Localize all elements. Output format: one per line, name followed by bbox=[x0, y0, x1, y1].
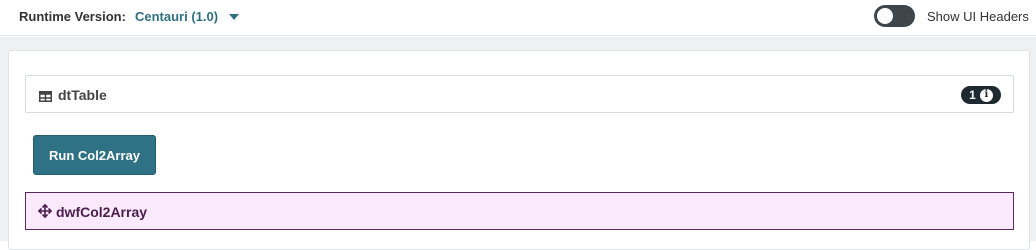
dt-table-card[interactable]: dtTable 1 i bbox=[25, 75, 1014, 113]
canvas: dtTable 1 i Run Col2Array dwfCol2Array bbox=[0, 37, 1036, 250]
info-icon[interactable]: i bbox=[979, 88, 993, 102]
show-ui-headers-label: Show UI Headers bbox=[927, 9, 1029, 24]
top-bar: Runtime Version: Centauri (1.0) Show UI … bbox=[0, 0, 1036, 36]
dwf-col2array-card[interactable]: dwfCol2Array bbox=[25, 192, 1014, 230]
table-icon bbox=[39, 89, 52, 107]
move-icon[interactable] bbox=[38, 204, 52, 223]
app-panel: dtTable 1 i Run Col2Array dwfCol2Array bbox=[8, 50, 1030, 250]
run-col2array-button[interactable]: Run Col2Array bbox=[33, 135, 156, 175]
chevron-down-icon[interactable] bbox=[229, 14, 239, 20]
dt-table-title: dtTable bbox=[58, 87, 107, 103]
dwf-col2array-title: dwfCol2Array bbox=[56, 204, 148, 220]
runtime-version-label: Runtime Version: bbox=[19, 9, 126, 24]
show-ui-headers-toggle[interactable] bbox=[874, 5, 915, 27]
badge-count: 1 bbox=[969, 88, 976, 102]
toggle-knob bbox=[877, 8, 893, 24]
count-badge[interactable]: 1 i bbox=[961, 86, 1001, 104]
runtime-version-select[interactable]: Centauri (1.0) bbox=[135, 9, 218, 24]
